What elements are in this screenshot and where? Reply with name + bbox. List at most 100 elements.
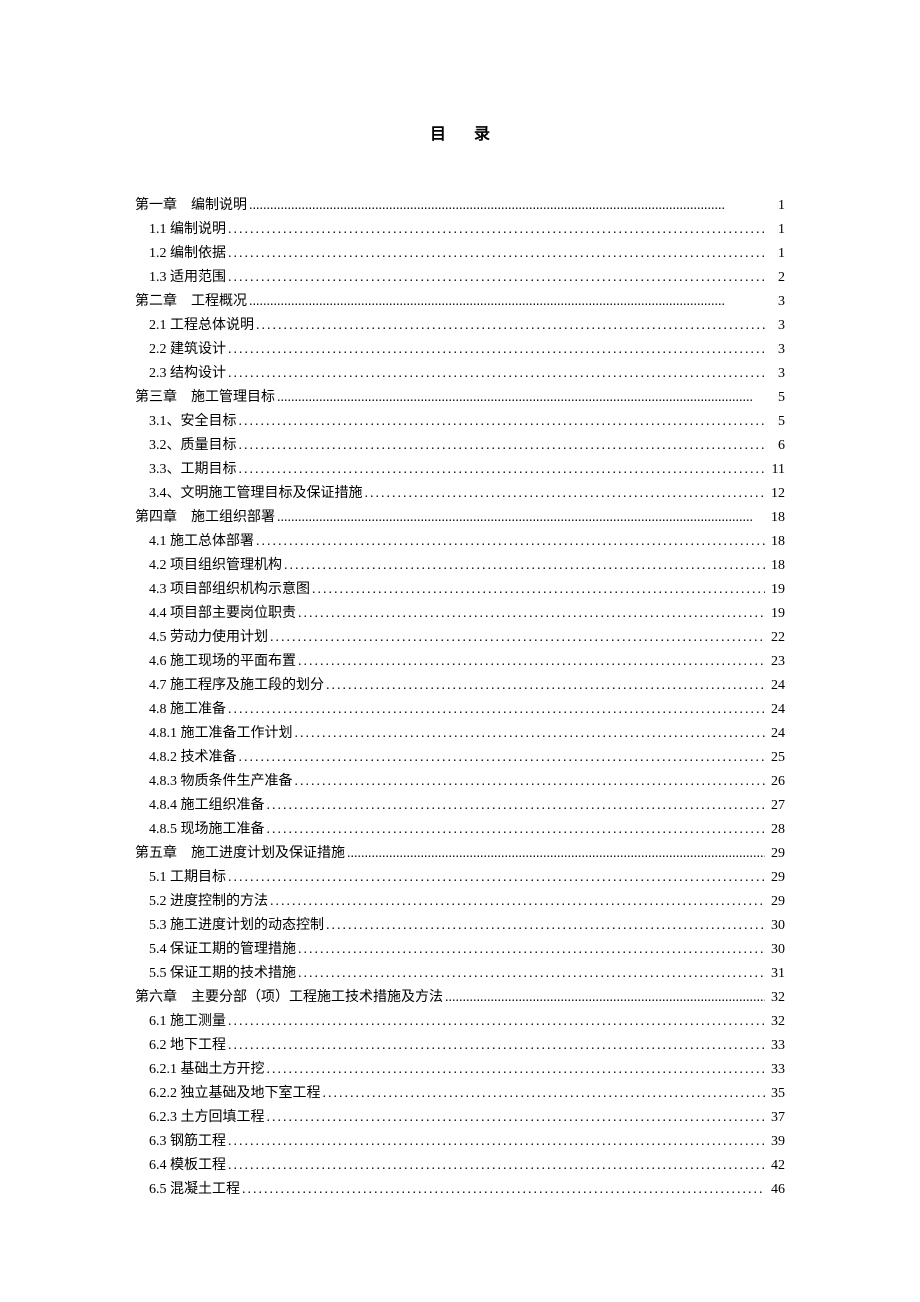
toc-leader — [270, 890, 765, 914]
toc-container: 第一章 编制说明11.1 编制说明11.2 编制依据11.3 适用范围2第二章 … — [135, 194, 785, 1202]
toc-leader — [239, 458, 766, 482]
toc-entry: 5.2 进度控制的方法29 — [135, 890, 785, 914]
toc-entry-label: 2.2 建筑设计 — [149, 338, 226, 362]
toc-entry-page: 3 — [767, 314, 785, 338]
toc-entry-page: 29 — [767, 842, 785, 866]
toc-leader — [298, 650, 765, 674]
toc-entry-label: 1.1 编制说明 — [149, 218, 226, 242]
toc-entry: 6.2.3 土方回填工程37 — [135, 1106, 785, 1130]
toc-entry-page: 33 — [767, 1058, 785, 1082]
toc-entry-page: 19 — [767, 602, 785, 626]
toc-entry: 第一章 编制说明 1 — [135, 194, 785, 218]
toc-entry: 5.4 保证工期的管理措施 30 — [135, 938, 785, 962]
toc-entry-page: 18 — [767, 530, 785, 554]
toc-entry: 6.2.2 独立基础及地下室工程 35 — [135, 1082, 785, 1106]
toc-entry-page: 37 — [767, 1106, 785, 1130]
toc-entry-label: 3.2、质量目标 — [149, 434, 237, 458]
toc-leader — [284, 554, 765, 578]
toc-entry-page: 30 — [767, 938, 785, 962]
toc-entry-label: 4.3 项目部组织机构示意图 — [149, 578, 310, 602]
toc-entry-label: 5.2 进度控制的方法 — [149, 890, 268, 914]
toc-entry-label: 6.2.2 独立基础及地下室工程 — [149, 1082, 321, 1106]
toc-entry-page: 24 — [767, 698, 785, 722]
toc-leader — [228, 1154, 765, 1178]
toc-entry-label: 3.4、文明施工管理目标及保证措施 — [149, 482, 363, 506]
toc-entry-page: 42 — [767, 1154, 785, 1178]
toc-entry-page: 5 — [767, 410, 785, 434]
toc-leader — [326, 674, 765, 698]
toc-leader — [295, 770, 766, 794]
toc-entry-page: 46 — [767, 1178, 785, 1202]
toc-entry-page: 25 — [767, 746, 785, 770]
toc-entry-label: 5.1 工期目标 — [149, 866, 226, 890]
toc-entry: 4.1 施工总体部署 18 — [135, 530, 785, 554]
toc-leader — [267, 1106, 766, 1130]
toc-leader — [267, 794, 766, 818]
toc-entry: 4.8.2 技术准备25 — [135, 746, 785, 770]
toc-entry-page: 27 — [767, 794, 785, 818]
toc-entry-page: 1 — [767, 194, 785, 218]
toc-leader — [228, 362, 765, 386]
toc-leader — [365, 482, 766, 506]
toc-entry-page: 33 — [767, 1034, 785, 1058]
toc-entry: 3.4、文明施工管理目标及保证措施 12 — [135, 482, 785, 506]
toc-leader — [312, 578, 765, 602]
toc-entry: 4.8.5 现场施工准备28 — [135, 818, 785, 842]
toc-entry-page: 6 — [767, 434, 785, 458]
toc-entry-page: 5 — [767, 386, 785, 410]
toc-entry: 1.3 适用范围2 — [135, 266, 785, 290]
toc-leader — [242, 1178, 765, 1202]
toc-entry-page: 3 — [767, 290, 785, 314]
toc-entry: 第六章 主要分部（项）工程施工技术措施及方法32 — [135, 986, 785, 1010]
toc-leader — [298, 602, 765, 626]
toc-entry-page: 26 — [767, 770, 785, 794]
toc-entry: 4.4 项目部主要岗位职责 19 — [135, 602, 785, 626]
toc-entry: 4.8 施工准备 24 — [135, 698, 785, 722]
toc-entry-page: 12 — [767, 482, 785, 506]
toc-entry: 2.1 工程总体说明 3 — [135, 314, 785, 338]
toc-entry-label: 4.8.4 施工组织准备 — [149, 794, 265, 818]
toc-leader — [228, 1034, 765, 1058]
toc-entry: 第五章 施工进度计划及保证措施 29 — [135, 842, 785, 866]
toc-entry-page: 23 — [767, 650, 785, 674]
toc-leader — [277, 506, 765, 530]
toc-entry: 2.3 结构设计3 — [135, 362, 785, 386]
toc-entry-page: 35 — [767, 1082, 785, 1106]
toc-entry-label: 2.1 工程总体说明 — [149, 314, 254, 338]
toc-entry: 3.2、质量目标 6 — [135, 434, 785, 458]
toc-entry-label: 4.8 施工准备 — [149, 698, 226, 722]
toc-entry-label: 3.1、安全目标 — [149, 410, 237, 434]
toc-entry: 1.2 编制依据1 — [135, 242, 785, 266]
toc-entry-label: 4.8.5 现场施工准备 — [149, 818, 265, 842]
toc-entry-label: 4.1 施工总体部署 — [149, 530, 254, 554]
toc-entry: 1.1 编制说明 1 — [135, 218, 785, 242]
toc-leader — [256, 314, 765, 338]
toc-leader — [239, 434, 766, 458]
toc-leader — [228, 266, 765, 290]
toc-entry-label: 3.3、工期目标 — [149, 458, 237, 482]
toc-entry-label: 5.3 施工进度计划的动态控制 — [149, 914, 324, 938]
toc-entry-label: 6.2.1 基础土方开挖 — [149, 1058, 265, 1082]
toc-entry: 4.2 项目组织管理机构18 — [135, 554, 785, 578]
toc-entry-page: 2 — [767, 266, 785, 290]
toc-entry-page: 11 — [767, 458, 785, 482]
toc-entry-label: 5.4 保证工期的管理措施 — [149, 938, 296, 962]
toc-entry-label: 第一章 编制说明 — [135, 194, 247, 218]
toc-leader — [323, 1082, 766, 1106]
toc-entry-page: 18 — [767, 554, 785, 578]
toc-entry: 3.1、安全目标 5 — [135, 410, 785, 434]
toc-entry-label: 4.5 劳动力使用计划 — [149, 626, 268, 650]
toc-entry-label: 5.5 保证工期的技术措施 — [149, 962, 296, 986]
toc-entry-label: 1.2 编制依据 — [149, 242, 226, 266]
toc-leader — [228, 866, 765, 890]
toc-entry-page: 1 — [767, 218, 785, 242]
toc-entry-page: 32 — [767, 986, 785, 1010]
toc-entry: 6.4 模板工程42 — [135, 1154, 785, 1178]
toc-entry-page: 30 — [767, 914, 785, 938]
toc-entry-label: 4.4 项目部主要岗位职责 — [149, 602, 296, 626]
toc-entry-label: 第五章 施工进度计划及保证措施 — [135, 842, 345, 866]
toc-entry: 第四章 施工组织部署18 — [135, 506, 785, 530]
toc-leader — [239, 746, 766, 770]
toc-entry: 3.3、工期目标 11 — [135, 458, 785, 482]
toc-entry: 4.8.3 物质条件生产准备26 — [135, 770, 785, 794]
